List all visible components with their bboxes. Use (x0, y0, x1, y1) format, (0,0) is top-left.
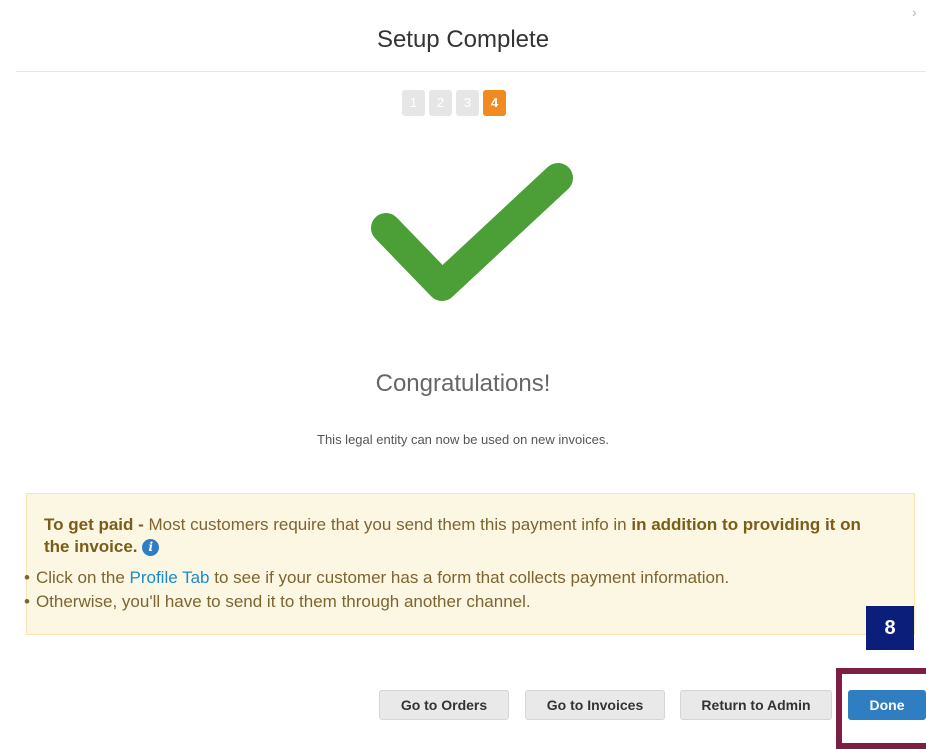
notice-lead-bold: To get paid - (44, 515, 144, 534)
notice-bullets: Click on the Profile Tab to see if your … (24, 566, 729, 614)
bullet2-text: Otherwise, you'll have to send it to the… (35, 592, 531, 611)
go-to-orders-button[interactable]: Go to Orders (379, 690, 509, 720)
payment-info-notice: To get paid - Most customers require tha… (26, 493, 915, 635)
bullet1-before: Click on the (35, 568, 130, 587)
done-button[interactable]: Done (848, 690, 926, 720)
step-number-badge: 8 (866, 606, 914, 650)
profile-tab-link[interactable]: Profile Tab (130, 568, 210, 587)
step-indicator: 1 2 3 4 (402, 90, 506, 116)
list-item: Click on the Profile Tab to see if your … (24, 566, 729, 590)
checkmark-icon (371, 163, 573, 301)
notice-lead-text: Most customers require that you send the… (143, 515, 632, 534)
notice-lead: To get paid - Most customers require tha… (44, 514, 864, 558)
return-to-admin-button[interactable]: Return to Admin (680, 690, 832, 720)
header-divider (16, 71, 926, 72)
step-3: 3 (456, 90, 479, 116)
congratulations-heading: Congratulations! (375, 370, 551, 397)
list-item: Otherwise, you'll have to send it to the… (24, 590, 729, 614)
page-title: Setup Complete (376, 26, 550, 53)
bullet1-after: to see if your customer has a form that … (209, 568, 730, 587)
close-icon[interactable]: › (912, 5, 922, 19)
go-to-invoices-button[interactable]: Go to Invoices (525, 690, 665, 720)
info-icon[interactable]: i (142, 539, 160, 556)
step-1: 1 (402, 90, 425, 116)
success-message: This legal entity can now be used on new… (317, 432, 609, 447)
step-2: 2 (429, 90, 452, 116)
step-4-active: 4 (483, 90, 506, 116)
